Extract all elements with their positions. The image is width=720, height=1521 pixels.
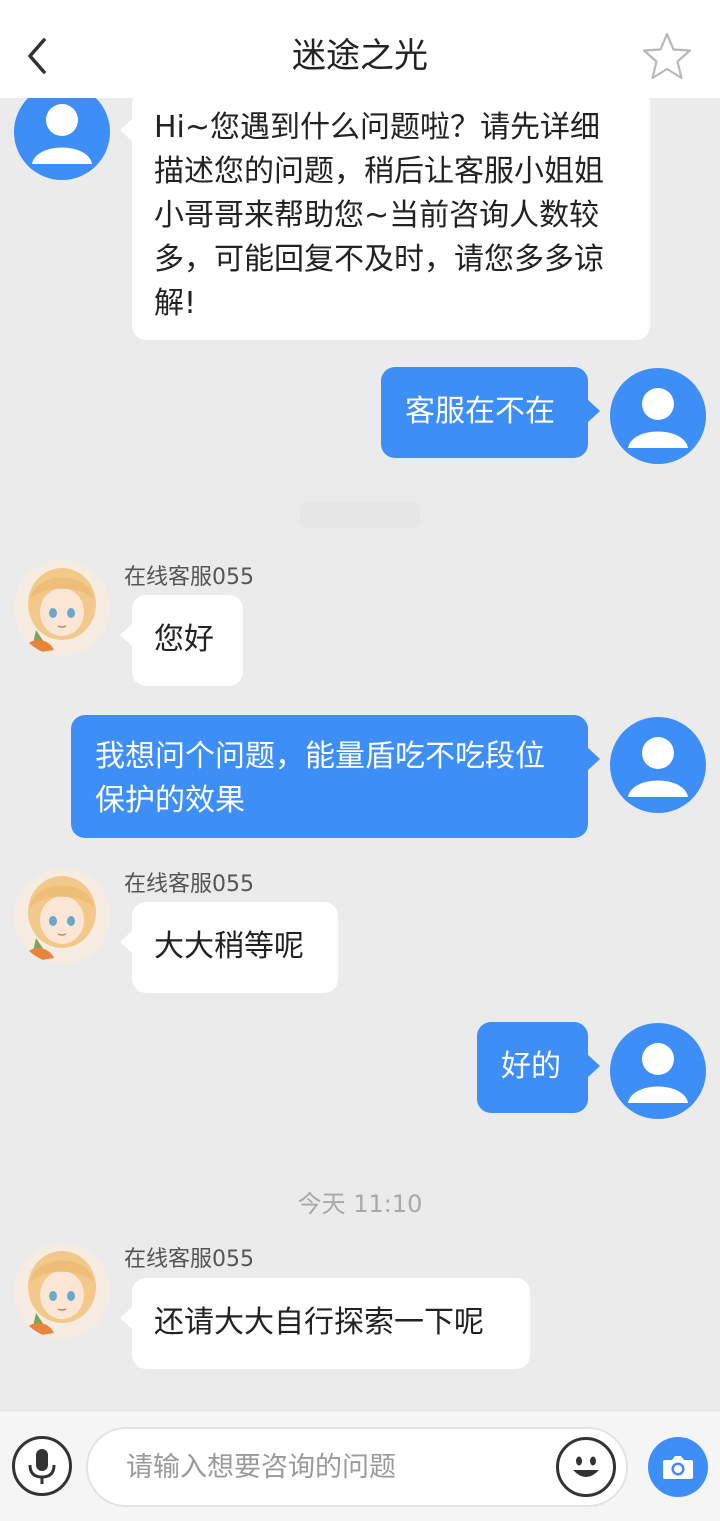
- agent-anime-avatar-icon: [14, 1243, 110, 1339]
- sender-name: 在线客服055: [124, 1247, 254, 1272]
- message-text: 您好: [154, 622, 214, 657]
- system-avatar[interactable]: [14, 98, 110, 180]
- message-text: 我想问个问题，能量盾吃不吃段位保护的效果: [95, 739, 545, 818]
- message-text: 客服在不在: [405, 394, 555, 429]
- message-bubble[interactable]: 大大稍等呢: [120, 902, 338, 993]
- sender-name: 在线客服055: [124, 565, 254, 590]
- message-text: 大大稍等呢: [154, 929, 304, 964]
- agent-avatar[interactable]: [14, 868, 110, 964]
- message-bubble[interactable]: 还请大大自行探索一下呢: [120, 1278, 530, 1369]
- message-bubble[interactable]: Hi~您遇到什么问题啦？请先详细描述您的问题，稍后让客服小姐姐小哥哥来帮助您~当…: [120, 98, 650, 340]
- default-user-avatar-icon: [32, 104, 92, 164]
- user-avatar[interactable]: [610, 1023, 706, 1119]
- agent-avatar[interactable]: [14, 1243, 110, 1339]
- message-text: Hi~您遇到什么问题啦？请先详细描述您的问题，稍后让客服小姐姐小哥哥来帮助您~当…: [154, 110, 604, 321]
- message-bubble[interactable]: 好的: [477, 1022, 600, 1113]
- message-bubble[interactable]: 客服在不在: [381, 367, 600, 458]
- timestamp: 今天 11:10: [297, 1190, 423, 1218]
- message-input[interactable]: [86, 1427, 628, 1507]
- default-user-avatar-icon: [628, 1043, 688, 1103]
- default-user-avatar-icon: [628, 737, 688, 797]
- microphone-icon: [28, 1449, 56, 1484]
- sender-name: 在线客服055: [124, 872, 254, 897]
- chat-messages[interactable]: Hi~您遇到什么问题啦？请先详细描述您的问题，稍后让客服小姐姐小哥哥来帮助您~当…: [0, 98, 720, 1410]
- camera-button[interactable]: [648, 1437, 708, 1497]
- chat-header: 迷途之光: [0, 0, 720, 98]
- message-bubble[interactable]: 我想问个问题，能量盾吃不吃段位保护的效果: [71, 715, 600, 838]
- input-bar: [0, 1410, 720, 1521]
- page-title: 迷途之光: [292, 36, 428, 76]
- agent-anime-avatar-icon: [14, 868, 110, 964]
- star-outline-icon: [642, 32, 692, 80]
- message-bubble[interactable]: 您好: [120, 595, 243, 686]
- voice-button[interactable]: [12, 1436, 72, 1496]
- camera-icon: [663, 1456, 693, 1479]
- agent-anime-avatar-icon: [14, 560, 110, 656]
- agent-avatar[interactable]: [14, 560, 110, 656]
- favorite-button[interactable]: [640, 30, 694, 84]
- message-text: 还请大大自行探索一下呢: [154, 1305, 484, 1340]
- emoji-button[interactable]: [556, 1437, 616, 1497]
- user-avatar[interactable]: [610, 717, 706, 813]
- emoji-smile-icon: [573, 1456, 599, 1477]
- message-text: 好的: [501, 1049, 561, 1084]
- faint-timestamp: [300, 502, 420, 528]
- user-avatar[interactable]: [610, 368, 706, 464]
- default-user-avatar-icon: [628, 388, 688, 448]
